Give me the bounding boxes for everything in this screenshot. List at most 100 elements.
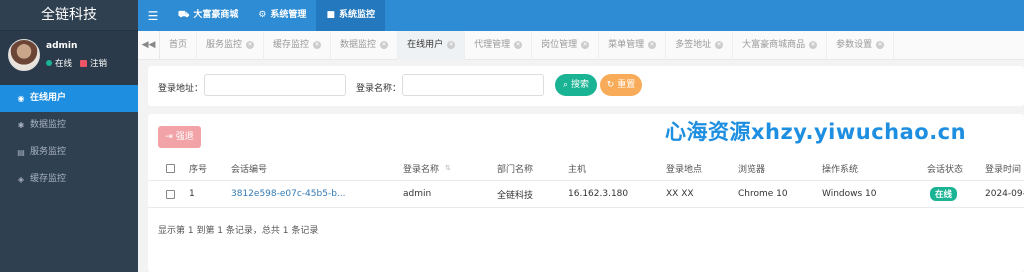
sidebar-item-cache-monitor[interactable]: ◈ 缓存监控: [0, 166, 138, 193]
user-name: admin: [46, 41, 78, 51]
cell-login-time: 2024-09-2: [985, 189, 1024, 199]
tab-label: 多签地址: [675, 39, 712, 50]
select-all-checkbox[interactable]: [166, 156, 175, 180]
tab-label: 数据监控: [340, 39, 377, 50]
search-icon: ⌕: [563, 80, 569, 90]
tab-post-admin[interactable]: 岗位管理 ✕: [532, 30, 600, 60]
close-icon[interactable]: ✕: [313, 41, 322, 49]
login-name-label: 登录名称：: [356, 84, 402, 94]
tab-mall-products[interactable]: 大富豪商城商品 ✕: [733, 30, 828, 60]
close-icon[interactable]: ✕: [447, 41, 456, 49]
sidebar: 全链科技 admin 在线 注销 ◉ 在线用户 ✱ 数据监控 ▤ 服务监控 ◈ …: [0, 0, 138, 272]
search-button[interactable]: ⌕ 搜索: [555, 74, 597, 96]
header-login-name[interactable]: 登录名称 ⇅: [403, 156, 451, 180]
truck-icon: ⛟: [178, 10, 190, 20]
tab-home[interactable]: 首页: [160, 30, 198, 60]
table-panel: ⇥ 强退 心海资源xhzy.yiwuchao.cn 序号 会话编号 登录名称 ⇅…: [148, 114, 1024, 272]
sidebar-item-online-users[interactable]: ◉ 在线用户: [0, 85, 138, 112]
cell-dept-name: 全链科技: [497, 190, 534, 201]
header-host: 主机: [568, 164, 587, 175]
video-icon: ■: [326, 10, 335, 20]
tab-bar: ◀◀ 首页 服务监控 ✕ 缓存监控 ✕ 数据监控 ✕ 在线用户 ✕ 代理管理 ✕ 岗位管理…: [138, 30, 1024, 60]
sidebar-item-label: 数据监控: [30, 120, 67, 130]
tab-server-monitor[interactable]: 服务监控 ✕: [197, 30, 265, 60]
topnav-item-label: 大富豪商城: [193, 10, 239, 20]
tab-label: 首页: [169, 39, 188, 50]
logout-icon[interactable]: [80, 59, 88, 67]
close-icon[interactable]: ✕: [246, 41, 255, 49]
search-panel: 登录地址： 登录名称： ⌕ 搜索 ↻ 重置: [148, 66, 1024, 106]
pagination-info: 显示第 1 到第 1 条记录，总共 1 条记录: [158, 226, 319, 236]
header-dept-name: 部门名称: [497, 164, 534, 175]
refresh-icon: ↻: [606, 80, 615, 90]
cell-login-name: admin: [403, 189, 432, 199]
sidebar-item-label: 在线用户: [30, 93, 67, 103]
close-icon[interactable]: ✕: [648, 41, 657, 49]
table-header-row: 序号 会话编号 登录名称 ⇅ 部门名称 主机 登录地点 浏览器 操作系统 会话状…: [148, 156, 1024, 181]
sidebar-item-label: 缓存监控: [30, 174, 67, 184]
cube-icon: ◈: [17, 175, 25, 184]
cell-session-status: 在线: [930, 181, 958, 207]
login-name-input[interactable]: [402, 74, 544, 96]
cell-index: 1: [189, 189, 195, 199]
gear-icon: ⚙: [258, 10, 267, 20]
close-icon[interactable]: ✕: [380, 41, 389, 49]
header-session-id: 会话编号: [231, 164, 268, 175]
header-login-location: 登录地点: [666, 164, 703, 175]
server-icon: ▤: [17, 148, 25, 157]
user-circle-icon: ◉: [17, 94, 25, 103]
tab-data-monitor[interactable]: 数据监控 ✕: [331, 30, 399, 60]
brand-title: 全链科技: [0, 0, 138, 31]
cell-browser: Chrome 10: [738, 189, 788, 199]
avatar[interactable]: [8, 39, 40, 71]
force-logout-button[interactable]: ⇥ 强退: [158, 126, 201, 148]
header-login-time: 登录时间: [985, 164, 1022, 175]
hamburger-menu-icon[interactable]: ☰: [138, 9, 168, 23]
topnav-item-system-admin[interactable]: ⚙ 系统管理: [248, 0, 316, 31]
tab-param-settings[interactable]: 参数设置 ✕: [827, 30, 895, 60]
logout-link[interactable]: 注销: [90, 57, 107, 69]
tab-cache-monitor[interactable]: 缓存监控 ✕: [264, 30, 332, 60]
header-session-status: 会话状态: [927, 164, 964, 175]
tab-menu-admin[interactable]: 菜单管理 ✕: [599, 30, 667, 60]
header-index: 序号: [189, 164, 208, 175]
reset-button-label: 重置: [617, 80, 636, 90]
header-os: 操作系统: [822, 164, 859, 175]
reset-button[interactable]: ↻ 重置: [600, 74, 642, 96]
tab-agent-admin[interactable]: 代理管理 ✕: [465, 30, 533, 60]
close-icon[interactable]: ✕: [514, 41, 523, 49]
close-icon[interactable]: ✕: [715, 41, 724, 49]
tab-label: 服务监控: [206, 39, 243, 50]
sort-icon: ⇅: [445, 164, 451, 172]
tab-scroll-left-icon[interactable]: ◀◀: [138, 30, 160, 60]
tab-online-users[interactable]: 在线用户 ✕: [398, 30, 466, 60]
close-icon[interactable]: ✕: [876, 41, 885, 49]
header-login-name-label: 登录名称: [403, 164, 440, 175]
tab-label: 大富豪商城商品: [742, 39, 806, 50]
tab-label: 代理管理: [474, 39, 511, 50]
topnav-item-mall[interactable]: ⛟ 大富豪商城: [168, 0, 248, 31]
status-badge: 在线: [930, 187, 958, 201]
table-row[interactable]: 1 3812e598-e07c-45b5-b... admin 全链科技 16.…: [148, 181, 1024, 208]
top-navbar: ☰ ⛟ 大富豪商城 ⚙ 系统管理 ■ 系统监控: [138, 0, 1024, 31]
sign-out-icon: ⇥: [165, 132, 173, 142]
close-icon[interactable]: ✕: [581, 41, 590, 49]
sidebar-item-data-monitor[interactable]: ✱ 数据监控: [0, 112, 138, 139]
user-panel: admin 在线 注销: [0, 31, 138, 85]
login-address-label: 登录地址：: [158, 84, 204, 94]
close-icon[interactable]: ✕: [809, 41, 818, 49]
topnav-item-system-monitor[interactable]: ■ 系统监控: [316, 0, 385, 31]
force-logout-label: 强退: [175, 132, 194, 142]
sidebar-item-server-monitor[interactable]: ▤ 服务监控: [0, 139, 138, 166]
topnav-item-label: 系统管理: [270, 10, 307, 20]
tab-label: 在线用户: [407, 39, 444, 50]
tab-label: 菜单管理: [608, 39, 645, 50]
cell-session-id[interactable]: 3812e598-e07c-45b5-b...: [231, 181, 346, 207]
login-address-input[interactable]: [204, 74, 346, 96]
online-dot-icon: [46, 60, 52, 66]
tab-label: 缓存监控: [273, 39, 310, 50]
search-button-label: 搜索: [570, 80, 589, 90]
row-checkbox[interactable]: [166, 181, 175, 207]
tab-multisig-address[interactable]: 多签地址 ✕: [666, 30, 734, 60]
online-label: 在线: [55, 59, 73, 69]
